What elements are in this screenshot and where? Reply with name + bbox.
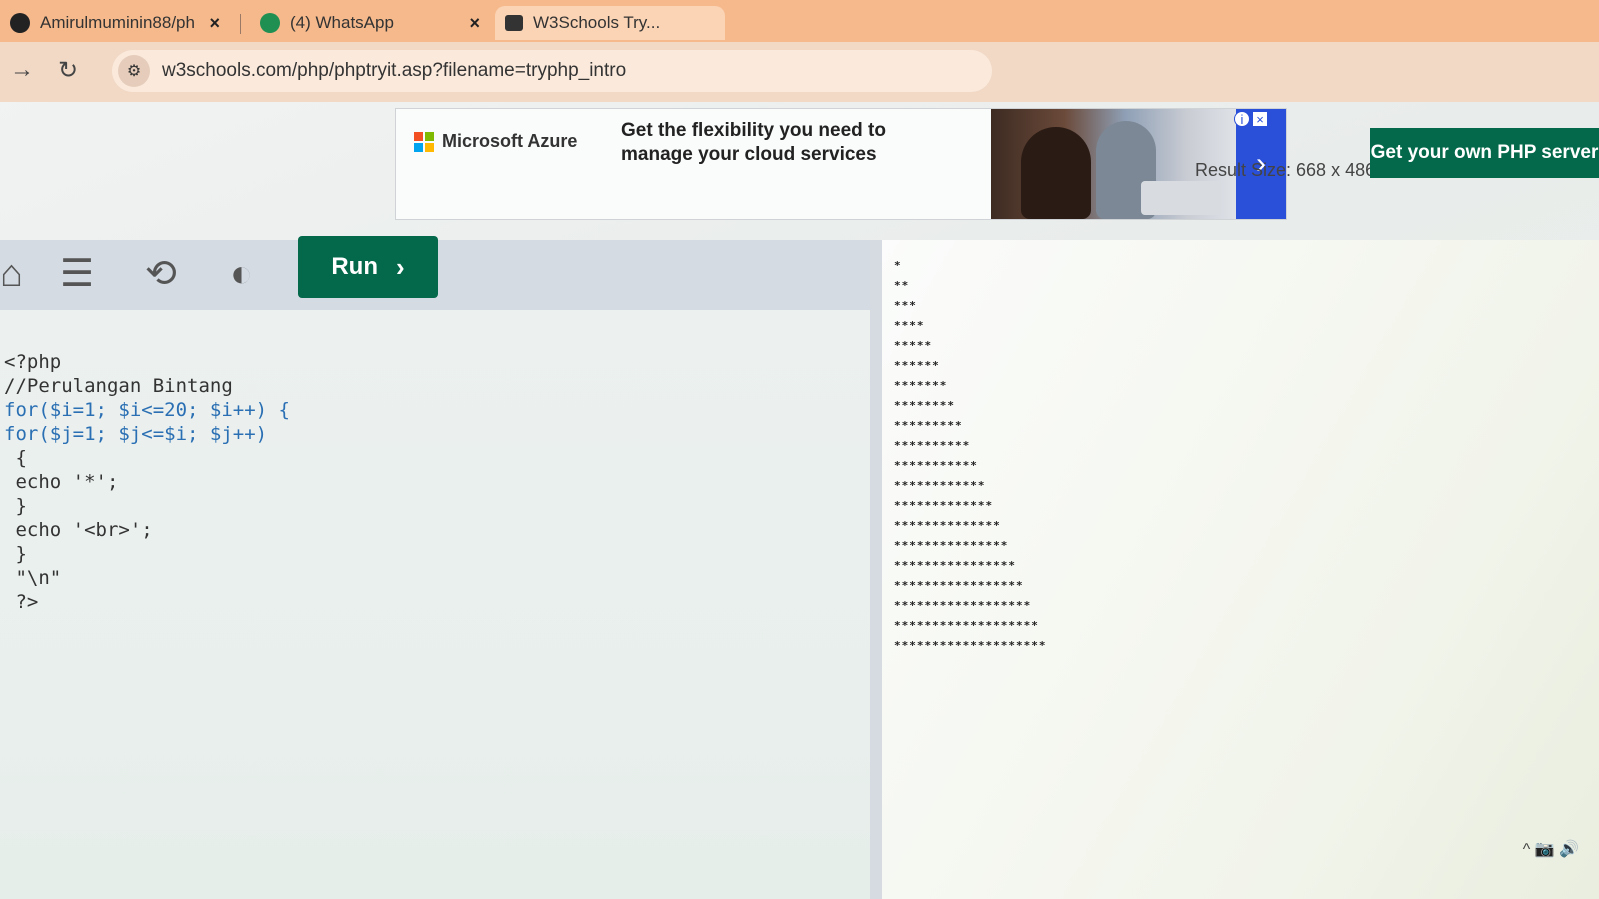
star-row: **** (894, 319, 925, 332)
star-row: *********** (894, 459, 978, 472)
code-editor[interactable]: <?php//Perulangan Bintang for($i=1; $i<=2… (0, 310, 870, 899)
tab-separator (240, 14, 241, 34)
address-bar[interactable]: ⚙ w3schools.com/php/phptryit.asp?filenam… (112, 50, 992, 92)
code-line: "\n" (4, 567, 62, 589)
github-icon (10, 13, 30, 33)
system-tray[interactable]: ^ 📷 🔊 (1523, 839, 1579, 859)
logo-square-yellow (425, 142, 434, 152)
forward-icon[interactable]: → (10, 56, 34, 84)
screen: Amirulmuminin88/ph × (4) WhatsApp × W3Sc… (0, 0, 1599, 899)
home-icon[interactable]: ⌂ (0, 254, 23, 294)
ad-close-icon[interactable]: × (1252, 111, 1268, 127)
tab-bar: Amirulmuminin88/ph × (4) WhatsApp × W3Sc… (0, 0, 1599, 43)
star-row: **************** (894, 559, 1016, 572)
star-row: ** (894, 279, 910, 292)
code-text[interactable]: <?php//Perulangan Bintang for($i=1; $i<=2… (4, 350, 290, 614)
star-row: * (894, 259, 902, 272)
code-line: echo '*'; (4, 471, 119, 493)
pane-divider[interactable] (870, 240, 882, 899)
code-line: echo '<br>'; (4, 519, 153, 541)
url-text: w3schools.com/php/phptryit.asp?filename=… (162, 60, 627, 81)
star-row: *************** (894, 539, 1009, 552)
logo-square-blue (414, 142, 423, 152)
star-row: ******** (894, 399, 955, 412)
tab-whatsapp[interactable]: (4) WhatsApp × (250, 6, 490, 40)
whatsapp-icon (260, 13, 280, 33)
code-line: } (4, 543, 27, 565)
run-button-label: Run (331, 253, 378, 280)
logo-square-green (425, 131, 434, 141)
rotate-layout-icon[interactable]: ⟲ (145, 254, 177, 294)
code-line: { (4, 447, 27, 469)
microsoft-logo-icon (414, 131, 434, 152)
star-row: ****** (894, 359, 940, 372)
code-line: for($j=1; $j<=$i; $j++) (4, 423, 268, 445)
menu-icon[interactable]: ☰ (60, 254, 94, 294)
tab-w3schools[interactable]: W3Schools Try... (495, 6, 725, 40)
ad-brand: Microsoft Azure (414, 131, 577, 152)
reload-icon[interactable]: ↻ (58, 56, 78, 85)
site-settings-icon[interactable]: ⚙ (118, 55, 150, 87)
star-row: ****************** (894, 599, 1032, 612)
tab-github-close-icon[interactable]: × (209, 13, 220, 34)
get-php-server-button[interactable]: Get your own PHP server (1370, 128, 1599, 178)
ad-brand-label: Microsoft Azure (442, 131, 578, 151)
code-line: <?php (4, 351, 62, 373)
tab-w3schools-title: W3Schools Try... (533, 13, 661, 32)
ad-headline: Get the flexibility you need to manage y… (621, 120, 886, 165)
star-output: * ** *** **** ***** ****** ******* ******** ****… (894, 256, 1046, 656)
ad-info-icon[interactable]: i (1234, 111, 1250, 127)
star-row: ******* (894, 379, 948, 392)
star-row: ********** (894, 439, 971, 452)
star-row: ************* (894, 499, 994, 512)
result-pane: * ** *** **** ***** ****** ******* ******** ****… (882, 240, 1599, 899)
star-row: ********* (894, 419, 963, 432)
star-row: ******************* (894, 619, 1039, 632)
code-line: for($i=1; $i<=20; $i++) { (4, 399, 290, 421)
chevron-right-icon: › (395, 251, 405, 282)
star-row: *** (894, 299, 917, 312)
star-row: ************** (894, 519, 1001, 532)
code-line: //Perulangan Bintang (4, 375, 233, 397)
code-line: ?> (4, 591, 39, 613)
star-row: ******************** (894, 639, 1047, 652)
tab-github[interactable]: Amirulmuminin88/ph × (0, 6, 230, 40)
advertisement[interactable]: Microsoft Azure Get the flexibility you … (395, 108, 1287, 220)
ad-laptop-image (1141, 181, 1221, 215)
logo-square-red (414, 131, 423, 141)
ad-person-image (1021, 127, 1091, 219)
code-line: } (4, 495, 27, 517)
contrast-icon[interactable]: ◐ (230, 254, 253, 294)
run-button[interactable]: Run › (298, 236, 438, 298)
browser-toolbar: → ↻ ⚙ w3schools.com/php/phptryit.asp?fil… (0, 42, 1599, 102)
tab-github-title: Amirulmuminin88/ph (40, 13, 195, 32)
editor-toolbar: ⌂ ☰ ⟲ ◐ Run › (0, 236, 870, 310)
page-content: Microsoft Azure Get the flexibility you … (0, 102, 1599, 899)
star-row: ************ (894, 479, 986, 492)
tab-whatsapp-close-icon[interactable]: × (469, 13, 480, 34)
star-row: ***************** (894, 579, 1024, 592)
tab-whatsapp-title: (4) WhatsApp (290, 13, 394, 32)
w3schools-icon (505, 15, 523, 31)
result-size: Result Size: 668 x 486 (1195, 160, 1376, 180)
star-row: ***** (894, 339, 933, 352)
